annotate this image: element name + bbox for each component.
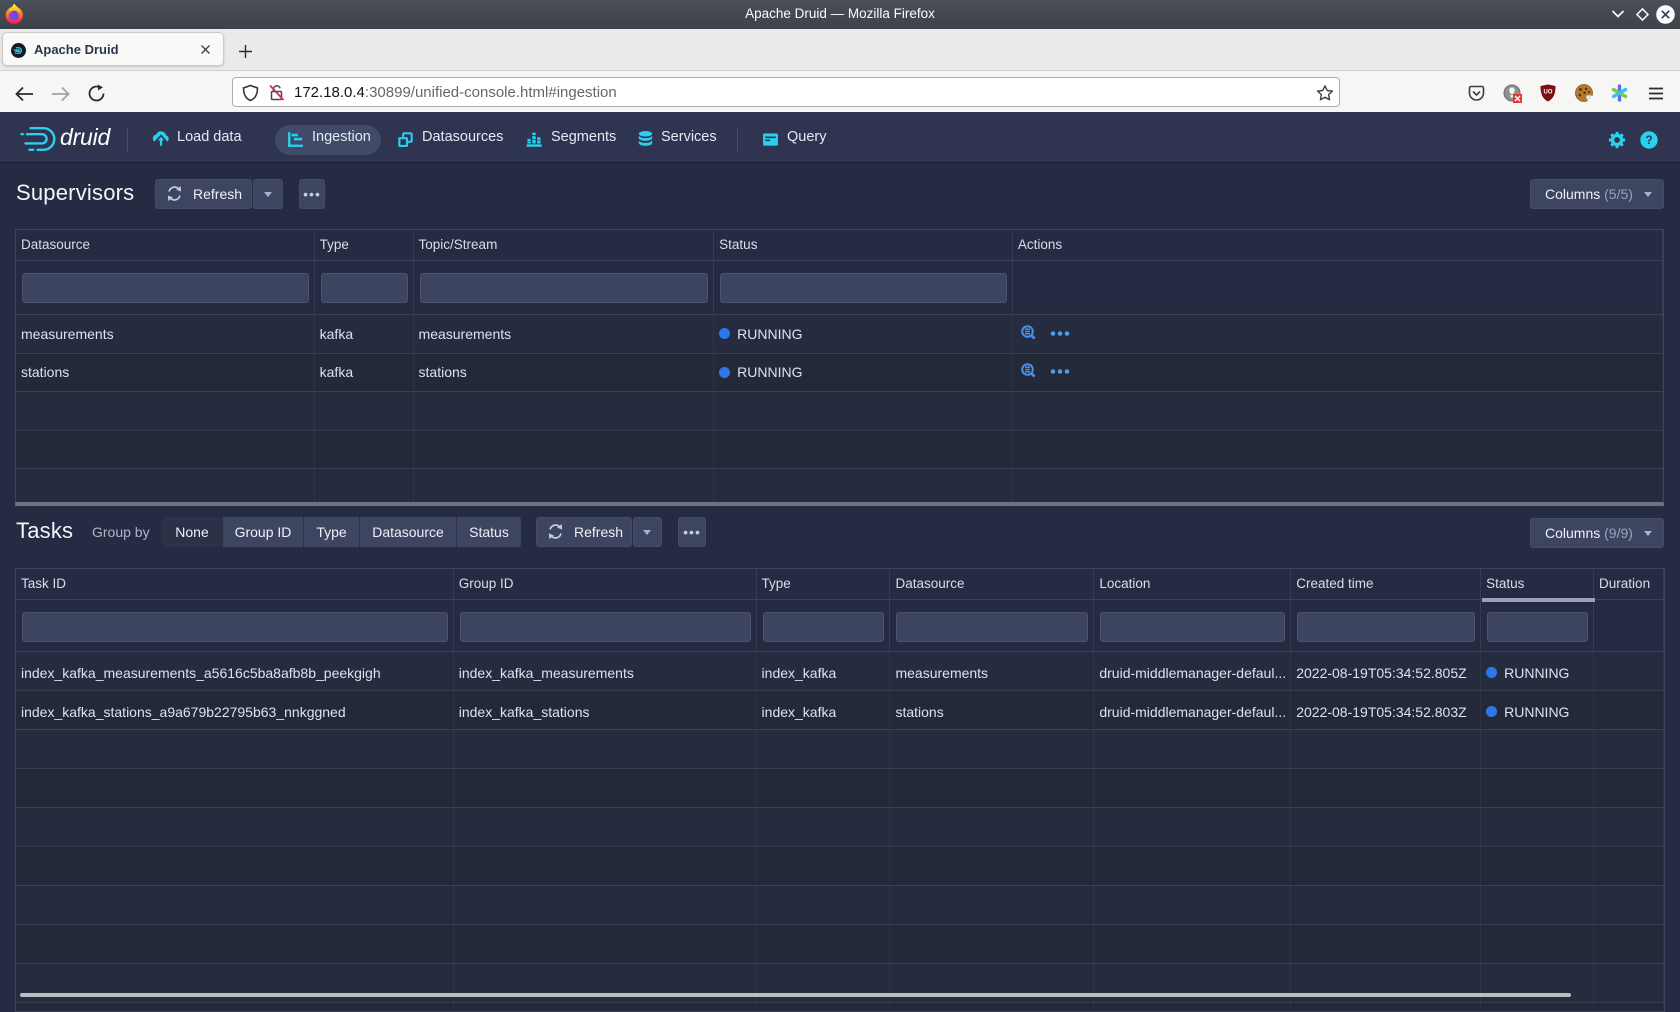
svg-text:?: ?: [1645, 133, 1652, 147]
svg-text:UO: UO: [1544, 90, 1553, 96]
